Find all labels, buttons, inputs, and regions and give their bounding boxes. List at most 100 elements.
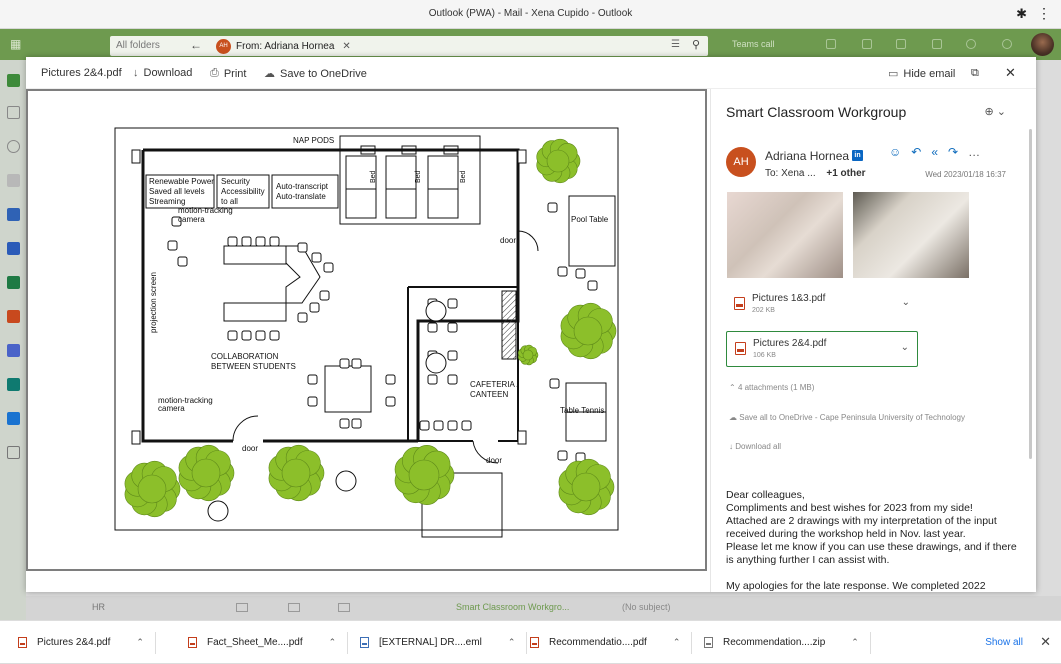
- behind-subject[interactable]: Smart Classroom Workgro...: [456, 602, 569, 612]
- help-icon[interactable]: [1002, 39, 1012, 49]
- tree: [268, 444, 325, 502]
- save-to-onedrive-button[interactable]: ☁ Save to OneDrive: [264, 67, 367, 81]
- attachment-item-selected[interactable]: Pictures 2&4.pdf 106 KB ⌄: [726, 331, 918, 367]
- reply-all-icon[interactable]: «: [931, 145, 948, 159]
- more-icon[interactable]: …: [968, 145, 990, 159]
- hide-email-button[interactable]: ▭ Hide email: [888, 67, 955, 81]
- download-filename: Pictures 2&4.pdf: [37, 637, 111, 648]
- people-icon[interactable]: [7, 140, 20, 153]
- attachment-preview-modal: Pictures 2&4.pdf ↓ Download ⎙ Print ☁ Save …: [26, 57, 1036, 592]
- close-icon[interactable]: ✕: [342, 41, 350, 52]
- show-all-button[interactable]: Show all: [985, 637, 1023, 648]
- tree: [394, 444, 455, 506]
- bell-icon[interactable]: [932, 39, 942, 49]
- sharepoint-icon[interactable]: [7, 378, 20, 391]
- notes-icon[interactable]: [896, 39, 906, 49]
- attachment-name: Pictures 1&3.pdf: [752, 293, 826, 304]
- download-all-link[interactable]: ↓ Download all: [729, 442, 781, 451]
- chevron-up-icon[interactable]: ⌃: [508, 637, 516, 648]
- attachment-item[interactable]: Pictures 1&3.pdf 202 KB ⌄: [726, 287, 918, 323]
- counter: [501, 290, 517, 360]
- pillar: [131, 430, 141, 445]
- download-item[interactable]: [EXTERNAL] DR....eml ⌃: [360, 621, 528, 664]
- search-icon[interactable]: ⚲: [692, 38, 700, 51]
- pdf-file-icon: [18, 637, 27, 648]
- behind-nosubject[interactable]: (No subject): [622, 602, 671, 612]
- chevron-up-icon[interactable]: ⌃: [329, 637, 337, 648]
- emoji-icon[interactable]: ☺: [889, 145, 911, 159]
- table-square: [324, 365, 372, 413]
- chair: [309, 302, 320, 313]
- teams-icon[interactable]: [7, 344, 20, 357]
- back-arrow-icon[interactable]: ←: [190, 38, 202, 52]
- attach-icon[interactable]: [7, 174, 20, 187]
- door-arc: [232, 415, 259, 442]
- chevron-up-icon[interactable]: ⌃: [136, 637, 144, 648]
- viewer-filename: Pictures 2&4.pdf: [41, 67, 122, 79]
- forward-icon[interactable]: ↷: [948, 145, 968, 159]
- onedrive-icon[interactable]: [7, 412, 20, 425]
- print-button[interactable]: ⎙ Print: [210, 67, 246, 80]
- title-bar: Outlook (PWA) - Mail - Xena Cupido - Out…: [0, 0, 1061, 29]
- popout-icon[interactable]: ⧉: [971, 67, 979, 80]
- label-collab-1: COLLABORATION: [211, 352, 279, 361]
- to-more[interactable]: +1 other: [826, 168, 865, 179]
- chair: [241, 236, 252, 247]
- todo-icon[interactable]: [7, 208, 20, 221]
- pdf-viewer[interactable]: NAP PODS Renewable Power Saved all level…: [26, 89, 707, 571]
- download-item[interactable]: Pictures 2&4.pdf ⌃: [18, 621, 156, 664]
- chevron-up-icon[interactable]: ⌃: [673, 637, 681, 648]
- download-item[interactable]: Fact_Sheet_Me....pdf ⌃: [188, 621, 349, 664]
- chevron-down-icon[interactable]: ⌄: [902, 297, 910, 308]
- excel-icon[interactable]: [7, 276, 20, 289]
- close-icon[interactable]: ✕: [1040, 634, 1051, 650]
- label-box2-line2: Accessibility: [221, 187, 265, 196]
- settings-icon[interactable]: [966, 39, 976, 49]
- zoom-icon[interactable]: ⊕ ⌄: [985, 105, 1007, 118]
- chair: [461, 420, 472, 431]
- download-button[interactable]: ↓ Download: [133, 67, 192, 79]
- label-door-3: door: [486, 456, 502, 465]
- linkedin-icon[interactable]: in: [852, 150, 863, 161]
- powerpoint-icon[interactable]: [7, 310, 20, 323]
- pillar: [131, 149, 141, 164]
- save-all-link[interactable]: ☁ Save all to OneDrive - Cape Peninsula …: [729, 413, 965, 422]
- divider: [691, 632, 693, 654]
- label-nap-pods: NAP PODS: [293, 136, 334, 145]
- scrollbar[interactable]: [1029, 129, 1032, 459]
- chair: [339, 418, 350, 429]
- sender-name[interactable]: Adriana Hornea: [765, 149, 849, 163]
- chair: [307, 374, 318, 385]
- chair: [351, 418, 362, 429]
- image-thumbnail-1[interactable]: [727, 192, 843, 278]
- image-thumbnail-2[interactable]: [853, 192, 969, 278]
- chevron-up-icon[interactable]: ⌃: [851, 637, 859, 648]
- teams-icon[interactable]: [862, 39, 872, 49]
- reply-icon[interactable]: ↶: [911, 145, 931, 159]
- filter-icon[interactable]: ☰: [671, 39, 680, 50]
- folder-scope[interactable]: All folders: [116, 40, 160, 51]
- teams-call-button[interactable]: Teams call: [732, 39, 775, 49]
- word-icon[interactable]: [7, 242, 20, 255]
- hide-email-icon: ▭: [888, 68, 899, 80]
- extensions-icon[interactable]: ✱: [1016, 6, 1027, 22]
- zip-file-icon: [704, 637, 713, 648]
- sender-avatar[interactable]: AH: [726, 147, 756, 177]
- user-avatar[interactable]: [1031, 33, 1054, 56]
- chevron-down-icon[interactable]: ⌄: [901, 342, 909, 353]
- search-box[interactable]: All folders ← AH From: Adriana Hornea ✕ …: [110, 36, 708, 56]
- calendar-icon[interactable]: [7, 106, 20, 119]
- download-item[interactable]: Recommendatio....pdf ⌃: [530, 621, 693, 664]
- attachments-summary[interactable]: ⌃ 4 attachments (1 MB): [729, 383, 814, 392]
- more-options-icon[interactable]: ⋮: [1037, 5, 1051, 22]
- calendar-icon[interactable]: [826, 39, 836, 49]
- chair: [549, 378, 560, 389]
- download-item[interactable]: Recommendation....zip ⌃: [704, 621, 871, 664]
- search-filter-chip[interactable]: AH From: Adriana Hornea ✕: [214, 38, 357, 54]
- apps-icon[interactable]: [7, 446, 20, 459]
- to-recipient[interactable]: Xena ...: [781, 168, 815, 179]
- mail-icon[interactable]: [7, 74, 20, 87]
- app-launcher-icon[interactable]: ▦: [10, 37, 24, 51]
- close-icon[interactable]: ✕: [1005, 65, 1016, 81]
- label-bed-1: Bed: [370, 170, 377, 183]
